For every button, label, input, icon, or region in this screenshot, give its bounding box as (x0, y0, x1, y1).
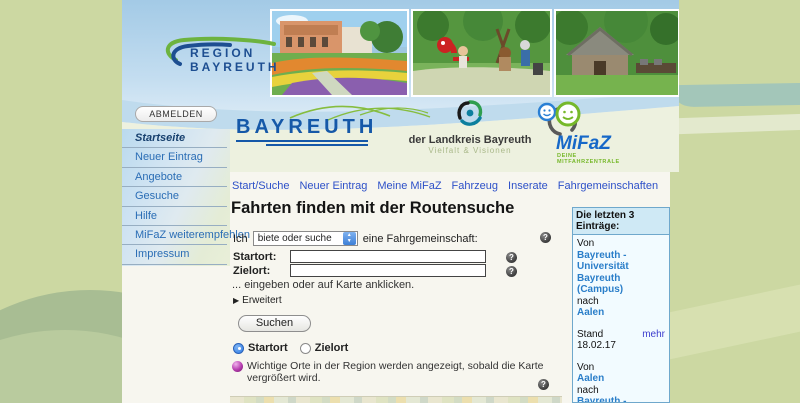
zielort-input[interactable] (290, 264, 486, 277)
von-label: Von (577, 238, 665, 250)
mode-select-row: Ich biete oder suche ▲▼ eine Fahrgemeins… (233, 231, 478, 246)
help-icon[interactable]: ? (540, 232, 551, 243)
zielort-row: Zielort: (233, 264, 486, 277)
help-icon[interactable]: ? (538, 379, 549, 390)
sidebar-item-weiterempfehlen[interactable]: MiFaZ weiterempfehlen (122, 226, 227, 245)
latest-entries-panel: Die letzten 3 Einträge: Von Bayreuth - U… (572, 207, 670, 403)
sidebar-item-neuer-eintrag[interactable]: Neuer Eintrag (122, 148, 227, 167)
sidebar-item-startseite[interactable]: Startseite (122, 129, 227, 148)
landkreis-bayreuth-logo: der Landkreis Bayreuth Vielfalt & Vision… (402, 98, 538, 155)
sidebar-item-angebote[interactable]: Angebote (122, 168, 227, 187)
zielort-label: Zielort: (233, 265, 290, 277)
photo-playground (411, 9, 552, 97)
zielort-radio[interactable] (300, 343, 311, 354)
select-value: biete oder suche (254, 233, 342, 244)
map-note: Wichtige Orte in der Region werden angez… (232, 360, 562, 384)
mifaz-subtitle: DEINE MITFAHRZENTRALE (557, 153, 640, 165)
erweitert-label: Erweitert (242, 295, 281, 306)
sidebar-item-impressum[interactable]: Impressum (122, 245, 227, 264)
map-note-text: Wichtige Orte in der Region werden angez… (247, 360, 562, 384)
page-title: Fahrten finden mit der Routensuche (231, 199, 514, 218)
bayreuth-logo-underline2 (266, 144, 368, 146)
biete-suche-select[interactable]: biete oder suche ▲▼ (253, 231, 358, 246)
expand-arrow-icon: ▶ (233, 296, 239, 305)
startort-radio-label[interactable]: Startort (248, 342, 288, 354)
marker-icon (232, 361, 243, 372)
nav-fahrgemeinschaften[interactable]: Fahrgemeinschaften (558, 180, 658, 192)
nav-start-suche[interactable]: Start/Suche (232, 180, 289, 192)
region-logo-line2: BAYREUTH (190, 60, 280, 74)
bayreuth-logo-underline (236, 140, 368, 142)
entry-from-link[interactable]: Bayreuth - Universität Bayreuth (Campus) (577, 250, 665, 296)
stand-label: Stand (577, 329, 603, 341)
entry-item: Von Aalen nach Bayreuth - Universität Ba… (577, 362, 665, 403)
page-container: REGION BAYREUTH ABMELDEN BAYREUTH der La… (122, 0, 679, 403)
map-hint-text: ... eingeben oder auf Karte anklicken. (232, 279, 414, 291)
erweitert-toggle[interactable]: ▶Erweitert (233, 295, 282, 306)
von-label: Von (577, 362, 665, 374)
nav-meine-mifaz[interactable]: Meine MiFaZ (377, 180, 441, 192)
landkreis-subtitle: Vielfalt & Visionen (402, 146, 538, 155)
nav-inserate[interactable]: Inserate (508, 180, 548, 192)
mifaz-title: MiFaZ (556, 135, 640, 153)
marker-radio-group: Startort Zielort (233, 342, 360, 354)
entry-from-link[interactable]: Aalen (577, 373, 665, 385)
entry-item: Von Bayreuth - Universität Bayreuth (Cam… (577, 238, 665, 352)
map-preview-edge[interactable] (230, 396, 562, 403)
entry-to-link[interactable]: Aalen (577, 307, 665, 319)
photo-farmhouse (554, 9, 679, 97)
startort-row: Startort: (233, 250, 486, 263)
zielort-radio-label[interactable]: Zielort (315, 342, 349, 354)
help-icon[interactable]: ? (506, 252, 517, 263)
landkreis-title: der Landkreis Bayreuth (402, 134, 538, 146)
latest-entries-title: Die letzten 3 Einträge: (573, 208, 669, 235)
startort-label: Startort: (233, 251, 290, 263)
sidebar-item-hilfe[interactable]: Hilfe (122, 207, 227, 226)
landkreis-swirl-icon (455, 98, 485, 128)
fahrgemeinschaft-label: eine Fahrgemeinschaft: (363, 233, 478, 245)
help-icon[interactable]: ? (506, 266, 517, 277)
background-band-teal (676, 83, 800, 107)
region-bayreuth-logo: REGION BAYREUTH (146, 34, 296, 91)
startort-radio[interactable] (233, 343, 244, 354)
nach-label: nach (577, 296, 665, 308)
region-logo-line1: REGION (190, 46, 280, 60)
nav-fahrzeug[interactable]: Fahrzeug (452, 180, 498, 192)
nav-neuer-eintrag[interactable]: Neuer Eintrag (299, 180, 367, 192)
bayreuth-city-logo: BAYREUTH (236, 116, 377, 139)
mifaz-smileys-icon (530, 100, 594, 136)
sidebar-nav: Startseite Neuer Eintrag Angebote Gesuch… (122, 129, 230, 266)
abmelden-button[interactable]: ABMELDEN (135, 106, 217, 122)
background-band-pale (676, 114, 800, 135)
suchen-button[interactable]: Suchen (238, 315, 311, 332)
entry-to-link[interactable]: Bayreuth - Universität Bayreuth (Campus) (577, 396, 665, 403)
mehr-link[interactable]: mehr (642, 329, 665, 341)
sidebar-item-gesuche[interactable]: Gesuche (122, 187, 227, 206)
main-nav: Start/Suche Neuer Eintrag Meine MiFaZ Fa… (232, 180, 658, 192)
entry-date: 18.02.17 (577, 340, 665, 352)
startort-input[interactable] (290, 250, 486, 263)
ich-label: Ich (233, 233, 248, 245)
header-photos (270, 9, 679, 97)
mifaz-logo: MiFaZ DEINE MITFAHRZENTRALE (530, 100, 640, 165)
nach-label: nach (577, 385, 665, 397)
select-stepper-icon: ▲▼ (343, 232, 356, 245)
bayreuth-logo-text: BAYREUTH (236, 116, 377, 138)
